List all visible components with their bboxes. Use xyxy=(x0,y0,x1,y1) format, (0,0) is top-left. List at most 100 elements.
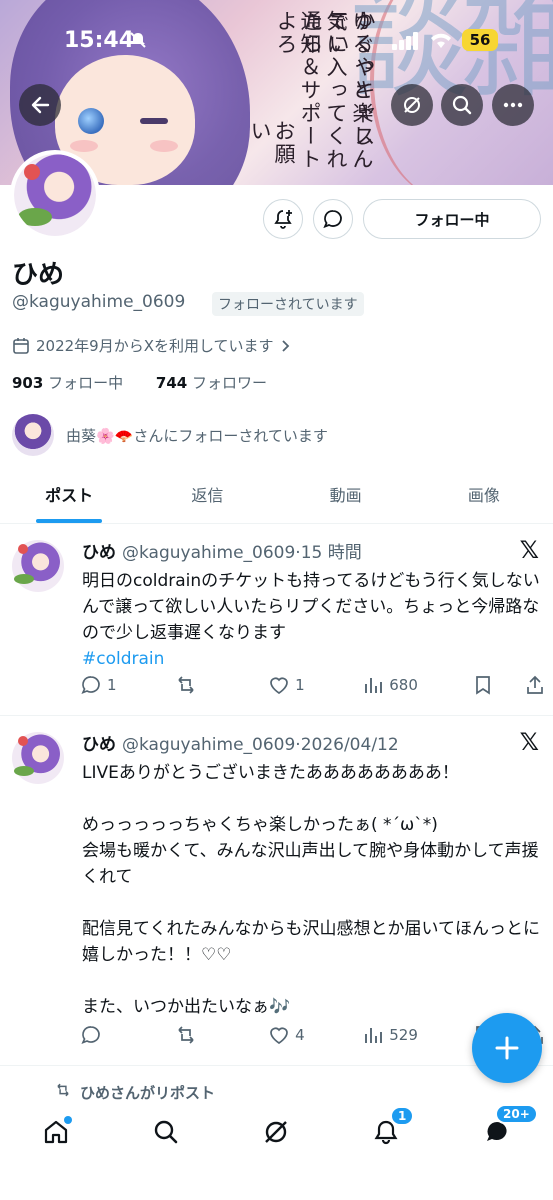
repost-icon xyxy=(178,1026,194,1044)
like-count: 4 xyxy=(295,1026,305,1044)
battery-level: 56 xyxy=(462,29,498,51)
following-count: 903 xyxy=(12,374,44,392)
repost-icon xyxy=(178,676,194,694)
grok-icon xyxy=(265,1121,287,1143)
x-logo-icon: 𝕏 xyxy=(519,728,539,756)
followers-count: 744 xyxy=(155,374,188,392)
banner-blush xyxy=(70,140,98,152)
nav-notifications[interactable]: 1 xyxy=(366,1106,415,1152)
plus-icon xyxy=(495,1036,519,1060)
avatar-image xyxy=(14,154,96,236)
notifications-badge: 1 xyxy=(390,1106,415,1126)
hashtag-link[interactable]: #coldrain xyxy=(82,649,164,669)
reply-icon xyxy=(81,676,100,694)
reply-button[interactable] xyxy=(80,1024,120,1046)
wifi-icon xyxy=(431,33,451,48)
nav-messages[interactable]: 20+ xyxy=(477,1104,538,1152)
search-icon xyxy=(154,1120,178,1144)
follows-you-badge: フォローされています xyxy=(212,292,364,316)
banner-wink xyxy=(140,118,168,124)
notify-button[interactable] xyxy=(263,199,303,239)
bell-plus-icon xyxy=(274,210,292,229)
reply-button[interactable]: 1 xyxy=(80,674,120,696)
like-count: 1 xyxy=(295,676,305,694)
calendar-icon xyxy=(13,337,29,354)
chevron-right-icon xyxy=(281,339,289,352)
tab-posts[interactable]: ポスト xyxy=(0,470,138,523)
bottom-nav: 1 20+ xyxy=(0,1100,553,1200)
followers-label: フォロワー xyxy=(191,374,267,392)
status-bar: 15:44 56 xyxy=(0,0,553,82)
like-button[interactable]: 4 xyxy=(268,1024,308,1046)
post-avatar[interactable] xyxy=(12,540,64,592)
profile-avatar[interactable] xyxy=(10,150,100,240)
followers-link[interactable]: 744 フォロワー xyxy=(156,374,281,392)
mutual-avatar xyxy=(12,414,54,456)
chat-bubble-icon xyxy=(323,210,342,229)
post[interactable]: ひめ @kaguyahime_0609·15 時間 𝕏 明日のcoldrainのチ… xyxy=(0,524,553,716)
arrow-left-icon xyxy=(31,96,50,114)
back-button[interactable] xyxy=(19,84,61,126)
tab-media[interactable]: 画像 xyxy=(415,470,553,523)
views-chart-icon xyxy=(365,678,383,693)
nav-grok[interactable] xyxy=(256,1112,296,1152)
tab-videos[interactable]: 動画 xyxy=(277,470,415,523)
banner-eye xyxy=(78,108,104,134)
joined-text: 2022年9月からXを利用しています xyxy=(36,337,274,355)
repost-button[interactable] xyxy=(174,674,214,696)
views-chart-icon xyxy=(365,1028,383,1043)
heart-icon xyxy=(270,1027,289,1045)
mutual-followers[interactable]: 由葵🌸🪭さんにフォローされています xyxy=(12,414,328,456)
post-text: 明日のcoldrainのチケットも持ってるけどもう行く気しないんで譲って欲しい人… xyxy=(82,571,540,643)
post[interactable]: ひめ @kaguyahime_0609·2026/04/12 𝕏 LIVEありがと… xyxy=(0,716,553,1066)
joined-date[interactable]: 2022年9月からXを利用しています xyxy=(12,335,292,356)
post-header: ひめ @kaguyahime_0609·15 時間 xyxy=(82,538,362,563)
x-logo-icon: 𝕏 xyxy=(519,536,539,564)
like-button[interactable]: 1 xyxy=(268,674,308,696)
grok-button[interactable] xyxy=(391,84,433,126)
banner-line: お願い xyxy=(248,120,296,166)
following-link[interactable]: 903 フォロー中 xyxy=(12,374,137,392)
share-icon[interactable] xyxy=(524,674,546,696)
post-meta: @kaguyahime_0609·15 時間 xyxy=(122,543,362,563)
post-actions: 1 1 680 xyxy=(80,674,546,696)
following-label: フォロー中 xyxy=(48,374,124,392)
profile-name: ひめ xyxy=(12,260,65,290)
more-horizontal-icon xyxy=(503,102,523,108)
post-body: LIVEありがとうございまきたああああああああ！ めっっっっっちゃくちゃ楽しかっ… xyxy=(82,763,540,1017)
view-count: 529 xyxy=(389,1026,418,1044)
repost-small-icon xyxy=(57,1083,69,1097)
messages-badge: 20+ xyxy=(495,1104,538,1124)
follow-counts: 903 フォロー中 744 フォロワー xyxy=(12,372,295,393)
more-button[interactable] xyxy=(492,84,534,126)
home-unread-dot xyxy=(64,1116,72,1124)
view-count: 680 xyxy=(389,676,418,694)
signal-icon xyxy=(392,32,418,50)
compose-post-button[interactable] xyxy=(472,1013,542,1083)
banner-blush xyxy=(150,140,178,152)
nav-search[interactable] xyxy=(146,1112,186,1152)
post-meta: @kaguyahime_0609·2026/04/12 xyxy=(122,735,399,755)
post-author: ひめ xyxy=(82,735,116,755)
heart-icon xyxy=(270,677,289,695)
bookmark-icon[interactable] xyxy=(472,674,494,696)
profile-handle: @kaguyahime_0609 xyxy=(12,292,186,312)
grok-icon xyxy=(404,97,420,113)
message-button[interactable] xyxy=(313,199,353,239)
following-button[interactable]: フォロー中 xyxy=(363,199,541,239)
mutual-text: 由葵🌸🪭さんにフォローされています xyxy=(66,426,328,445)
nav-home[interactable] xyxy=(36,1112,76,1152)
post-author: ひめ xyxy=(82,543,116,563)
reply-count: 1 xyxy=(107,676,117,694)
post-header: ひめ @kaguyahime_0609·2026/04/12 xyxy=(82,730,399,755)
post-body: 明日のcoldrainのチケットも持ってるけどもう行く気しないんで譲って欲しい人… xyxy=(82,568,542,672)
views-button[interactable]: 529 xyxy=(362,1024,418,1046)
search-button[interactable] xyxy=(441,84,483,126)
repost-button[interactable] xyxy=(174,1024,214,1046)
views-button[interactable]: 680 xyxy=(362,674,418,696)
mute-bell-icon xyxy=(130,32,146,48)
status-time: 15:44 xyxy=(64,28,135,53)
tab-replies[interactable]: 返信 xyxy=(138,470,276,523)
post-avatar[interactable] xyxy=(12,732,64,784)
reply-icon xyxy=(81,1026,100,1044)
